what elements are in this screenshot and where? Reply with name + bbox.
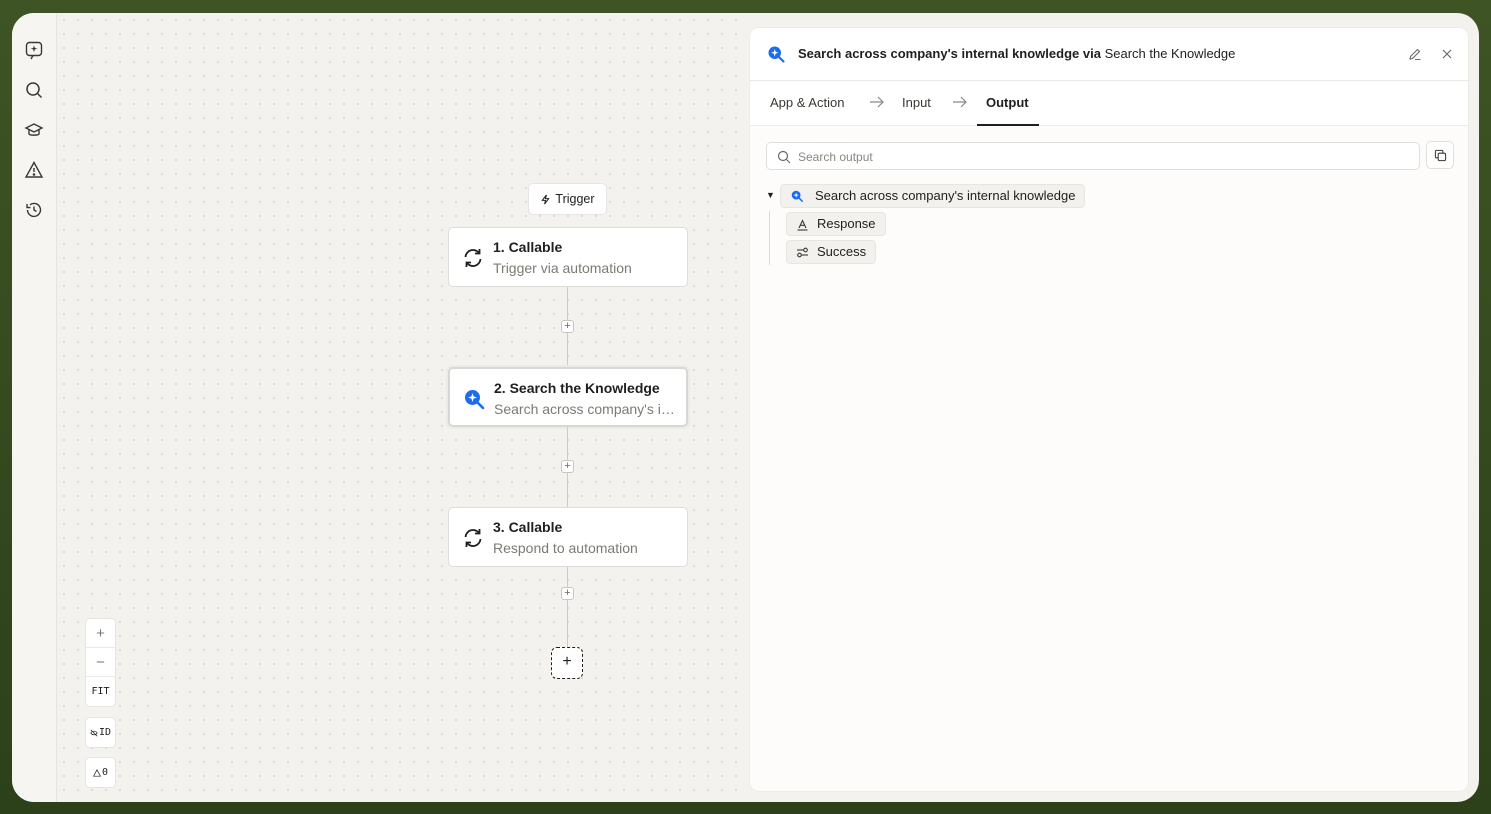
tab-input[interactable]: Input bbox=[902, 95, 931, 110]
search-icon bbox=[26, 82, 43, 99]
warnings-button[interactable]: 0 bbox=[85, 757, 116, 788]
panel-title-app: Search the Knowledge bbox=[1104, 46, 1236, 61]
search-output-input[interactable] bbox=[798, 147, 1398, 167]
add-final-step-button[interactable]: + bbox=[551, 647, 583, 679]
tree-root-item[interactable]: Search across company's internal knowled… bbox=[780, 184, 1086, 208]
search-knowledge-icon bbox=[791, 190, 804, 203]
node-subtitle: Trigger via automation bbox=[493, 260, 632, 276]
rail-search-button[interactable] bbox=[22, 78, 46, 102]
tree-item-response[interactable]: Response bbox=[786, 212, 886, 236]
workflow-canvas[interactable]: Trigger 1. Callable Trigger via automati… bbox=[57, 13, 749, 802]
tab-app-action[interactable]: App & Action bbox=[770, 95, 844, 110]
add-step-button[interactable]: + bbox=[561, 320, 574, 333]
node-title: 2. Search the Knowledge bbox=[494, 380, 660, 396]
rail-alerts-button[interactable] bbox=[22, 158, 46, 182]
rail-history-button[interactable] bbox=[22, 198, 46, 222]
text-type-icon bbox=[797, 219, 808, 231]
panel-header: Search across company's internal knowled… bbox=[750, 28, 1468, 81]
tab-output[interactable]: Output bbox=[986, 95, 1029, 110]
node-step-3[interactable]: 3. Callable Respond to automation bbox=[448, 507, 688, 567]
app-window: Trigger 1. Callable Trigger via automati… bbox=[12, 13, 1479, 802]
zoom-controls: + − FIT bbox=[85, 618, 116, 707]
search-knowledge-icon bbox=[768, 46, 785, 63]
graduation-cap-icon bbox=[24, 123, 44, 136]
rail-ai-button[interactable] bbox=[22, 38, 46, 62]
panel-tabs: App & Action Input Output bbox=[750, 81, 1468, 126]
pencil-icon bbox=[1409, 48, 1421, 61]
node-step-2[interactable]: 2. Search the Knowledge Search across co… bbox=[448, 367, 688, 427]
history-icon bbox=[26, 202, 42, 218]
sparkle-chat-icon bbox=[25, 41, 43, 60]
fit-view-button[interactable]: FIT bbox=[86, 677, 115, 706]
node-subtitle: Respond to automation bbox=[493, 540, 638, 556]
copy-output-button[interactable] bbox=[1426, 141, 1454, 169]
node-step-1[interactable]: 1. Callable Trigger via automation bbox=[448, 227, 688, 287]
add-step-button[interactable]: + bbox=[561, 587, 574, 600]
arrow-right-icon bbox=[953, 96, 967, 108]
rail-learn-button[interactable] bbox=[22, 118, 46, 142]
warning-icon bbox=[92, 768, 101, 777]
toggle-ids-button[interactable]: ID bbox=[85, 717, 116, 748]
refresh-icon bbox=[464, 249, 482, 267]
left-rail bbox=[12, 13, 57, 802]
edit-button[interactable] bbox=[1406, 45, 1424, 63]
close-icon bbox=[1442, 49, 1452, 59]
node-subtitle: Search across company's internal knowled… bbox=[494, 401, 678, 417]
tree-collapse-toggle[interactable]: ▼ bbox=[766, 190, 775, 200]
zoom-out-button[interactable]: − bbox=[86, 648, 115, 677]
search-icon bbox=[777, 150, 791, 164]
tree-guide-line bbox=[769, 211, 770, 265]
tree-root-label: Search across company's internal knowled… bbox=[815, 188, 1076, 203]
panel-title-action: Search across company's internal knowled… bbox=[798, 46, 1101, 61]
toggle-icon bbox=[797, 247, 808, 258]
warning-icon bbox=[24, 161, 44, 178]
step-details-panel: Search across company's internal knowled… bbox=[749, 27, 1469, 792]
eye-off-icon bbox=[90, 729, 98, 736]
search-knowledge-icon bbox=[465, 390, 485, 410]
arrow-right-icon bbox=[870, 96, 884, 108]
lightning-icon bbox=[541, 194, 551, 204]
connector-line bbox=[567, 567, 568, 647]
tree-item-success[interactable]: Success bbox=[786, 240, 877, 264]
trigger-chip-label: Trigger bbox=[555, 192, 595, 206]
node-title: 3. Callable bbox=[493, 519, 563, 535]
panel-title: Search across company's internal knowled… bbox=[798, 46, 1235, 61]
node-title: 1. Callable bbox=[493, 239, 563, 255]
refresh-icon bbox=[464, 529, 482, 547]
copy-icon bbox=[1434, 149, 1446, 161]
trigger-chip[interactable]: Trigger bbox=[528, 183, 607, 215]
close-button[interactable] bbox=[1438, 45, 1456, 63]
output-search bbox=[766, 142, 1420, 170]
zoom-in-button[interactable]: + bbox=[86, 619, 115, 648]
tree-item-label: Success bbox=[817, 244, 867, 259]
warnings-count: 0 bbox=[101, 767, 109, 778]
tree-item-label: Response bbox=[817, 216, 876, 231]
ids-label: ID bbox=[98, 727, 112, 738]
add-step-button[interactable]: + bbox=[561, 460, 574, 473]
active-tab-indicator bbox=[977, 124, 1039, 126]
